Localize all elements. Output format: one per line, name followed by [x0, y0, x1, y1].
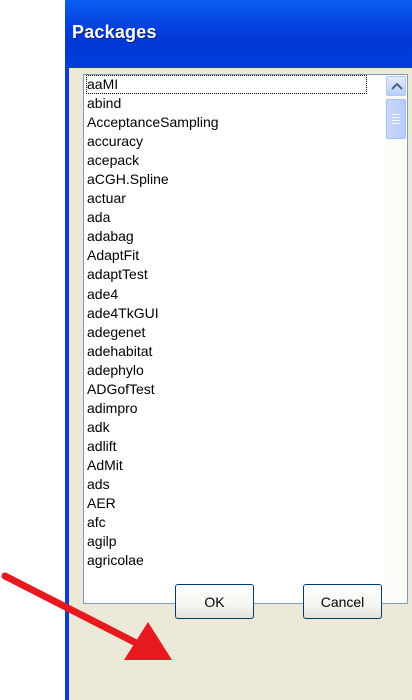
- grip-line: [392, 123, 400, 124]
- cancel-button[interactable]: Cancel: [303, 584, 382, 619]
- vertical-scrollbar[interactable]: [385, 75, 407, 603]
- grip-line: [392, 117, 400, 118]
- scroll-up-button[interactable]: [386, 76, 406, 96]
- chevron-up-icon: [391, 82, 403, 90]
- grip-line: [392, 120, 400, 121]
- grip-line: [392, 114, 400, 115]
- scroll-thumb[interactable]: [386, 99, 406, 139]
- annotation-arrow-icon: [1, 572, 172, 660]
